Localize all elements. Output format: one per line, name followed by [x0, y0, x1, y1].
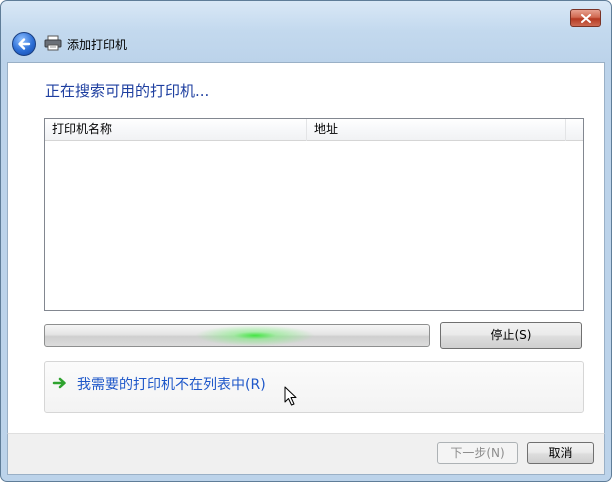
printer-list[interactable]: 打印机名称 地址 — [44, 118, 584, 311]
list-header: 打印机名称 地址 — [45, 119, 583, 141]
mouse-cursor-icon — [284, 386, 297, 406]
back-button[interactable] — [12, 32, 36, 56]
search-progress-bar — [44, 324, 430, 347]
printer-icon — [44, 35, 62, 51]
close-button[interactable] — [570, 9, 601, 27]
window-title: 添加打印机 — [67, 38, 128, 52]
progress-marquee — [195, 325, 315, 346]
cancel-button[interactable]: 取消 — [527, 442, 594, 464]
green-arrow-icon — [52, 377, 66, 389]
printer-not-listed-link[interactable]: 我需要的打印机不在列表中(R) — [77, 374, 266, 394]
column-header-address[interactable]: 地址 — [307, 119, 566, 141]
close-icon — [581, 14, 591, 23]
column-header-printer-name[interactable]: 打印机名称 — [45, 119, 307, 141]
stop-button[interactable]: 停止(S) — [440, 322, 582, 349]
back-arrow-icon — [18, 38, 31, 50]
next-button[interactable]: 下一步(N) — [437, 442, 518, 464]
page-heading: 正在搜索可用的打印机... — [45, 82, 210, 100]
